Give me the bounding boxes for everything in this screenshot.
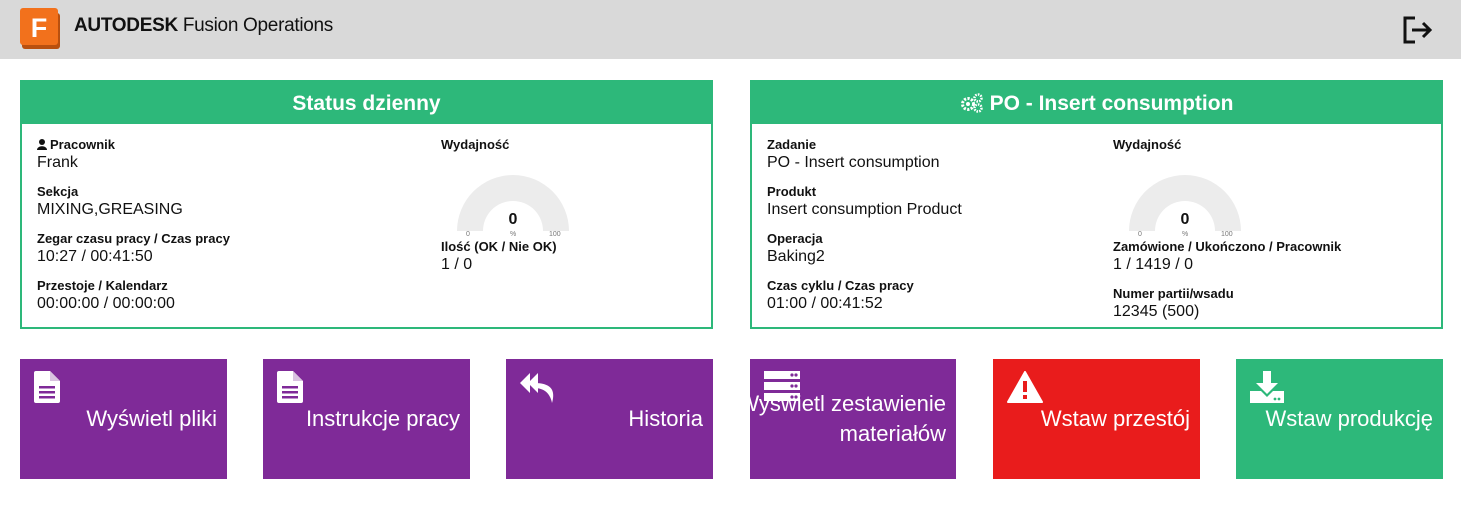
clock-value: 10:27 / 00:41:50 — [37, 248, 153, 265]
brand-product: Fusion Operations — [177, 15, 334, 36]
worker-label-text: Pracownik — [50, 137, 116, 152]
bom-button[interactable]: Wyświetl zestawienie materiałów — [738, 359, 956, 479]
section-value: MIXING,GREASING — [37, 201, 183, 218]
view-files-button[interactable]: Wyświetl pliki — [20, 359, 227, 479]
po-efficiency-gauge: 0 0 % 100 — [1129, 159, 1249, 239]
logout-icon[interactable] — [1401, 14, 1435, 46]
efficiency-label: Wydajność — [441, 137, 510, 152]
section-label: Sekcja — [37, 184, 79, 199]
daily-status-title: Status dzienny — [22, 82, 711, 124]
qty-label: Ilość (OK / Nie OK) — [441, 239, 557, 254]
ordered-value: 1 / 1419 / 0 — [1113, 256, 1194, 273]
history-button[interactable]: Historia — [506, 359, 713, 479]
view-files-label: Wyświetl pliki — [86, 406, 217, 431]
user-icon — [37, 139, 47, 150]
po-title: PO - Insert consumption — [752, 82, 1441, 124]
brand-autodesk: AUTODESK — [74, 15, 178, 36]
operation-label: Operacja — [767, 231, 823, 246]
po-left-column: Zadanie PO - Insert consumption Produkt … — [767, 137, 962, 325]
top-bar: F AUTODESK Fusion Operations — [0, 0, 1461, 59]
po-right-column: Wydajność 0 0 % 100 Zamówione / Ukończon… — [1113, 137, 1341, 333]
bom-label: Wyświetl zestawienie materiałów — [738, 359, 946, 479]
file-icon — [34, 371, 60, 403]
daily-status-right-column: Wydajność 0 0 % 100 Ilość (OK / Nie OK) … — [441, 137, 577, 286]
qty-value: 1 / 0 — [441, 256, 473, 273]
insert-production-label: Wstaw produkcję — [1265, 406, 1433, 431]
gauge-min: 0 — [466, 231, 470, 238]
gauge-value: 0 — [508, 211, 518, 228]
bom-label-line2: materiałów — [839, 421, 946, 446]
po-gauge-unit: % — [1182, 231, 1189, 238]
insert-downtime-label: Wstaw przestój — [1040, 406, 1190, 431]
worker-value: Frank — [37, 154, 78, 171]
batch-label: Numer partii/wsadu — [1113, 286, 1234, 301]
file-icon — [277, 371, 303, 403]
product-label: Produkt — [767, 184, 817, 199]
gauge-max: 100 — [549, 231, 561, 238]
cycle-value: 01:00 / 00:41:52 — [767, 295, 883, 312]
batch-value: 12345 (500) — [1113, 303, 1200, 320]
worker-label: Pracownik — [37, 137, 230, 153]
app-title: AUTODESK Fusion Operations — [74, 15, 333, 37]
bom-label-lines: Wyświetl zestawienie materiałów — [738, 389, 946, 449]
po-efficiency-label: Wydajność — [1113, 137, 1182, 152]
fusion-logo-icon: F — [20, 8, 60, 49]
daily-status-left-column: Pracownik Frank Sekcja MIXING,GREASING Z… — [37, 137, 230, 325]
po-gauge-max: 100 — [1221, 231, 1233, 238]
task-label: Zadanie — [767, 137, 817, 152]
clock-label: Zegar czasu pracy / Czas pracy — [37, 231, 230, 246]
product-value: Insert consumption Product — [767, 201, 962, 218]
po-gauge-min: 0 — [1138, 231, 1142, 238]
cogs-icon — [960, 93, 983, 113]
po-card: PO - Insert consumption Zadanie PO - Ins… — [750, 80, 1443, 329]
po-gauge-value: 0 — [1180, 211, 1190, 228]
downtime-label: Przestoje / Kalendarz — [37, 278, 168, 293]
ordered-label: Zamówione / Ukończono / Pracownik — [1113, 239, 1342, 254]
insert-production-button[interactable]: Wstaw produkcję — [1236, 359, 1443, 479]
warning-icon — [1007, 371, 1043, 403]
svg-text:F: F — [31, 13, 48, 43]
history-label: Historia — [628, 406, 703, 431]
bom-label-line1: Wyświetl zestawienie — [738, 391, 946, 416]
efficiency-gauge: 0 0 % 100 — [457, 159, 577, 239]
downtime-value: 00:00:00 / 00:00:00 — [37, 295, 175, 312]
operation-value: Baking2 — [767, 248, 825, 265]
work-instructions-label: Instrukcje pracy — [305, 406, 460, 431]
work-instructions-button[interactable]: Instrukcje pracy — [263, 359, 470, 479]
insert-downtime-button[interactable]: Wstaw przestój — [993, 359, 1200, 479]
daily-status-card: Status dzienny Pracownik Frank Sekcja MI… — [20, 80, 713, 329]
gauge-unit: % — [510, 231, 517, 238]
reply-all-icon — [520, 373, 554, 403]
task-value: PO - Insert consumption — [767, 154, 940, 171]
po-title-text: PO - Insert consumption — [989, 92, 1234, 115]
cycle-label: Czas cyklu / Czas pracy — [767, 278, 914, 293]
